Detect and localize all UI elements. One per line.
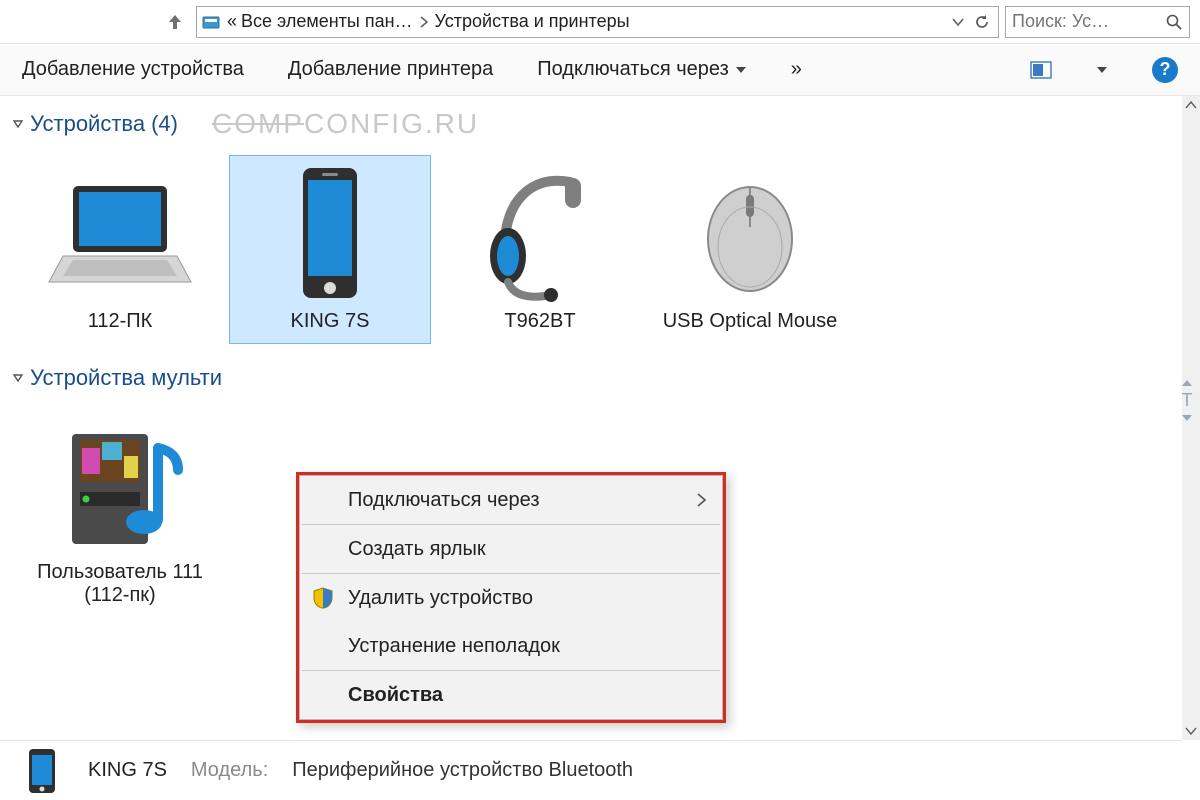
breadcrumb-seg-2[interactable]: Устройства и принтеры bbox=[433, 11, 632, 32]
device-label: USB Optical Mouse bbox=[663, 310, 838, 333]
bluetooth-headset-icon bbox=[465, 164, 615, 304]
add-printer-button[interactable]: Добавление принтера bbox=[288, 58, 493, 81]
uac-shield-icon bbox=[312, 587, 334, 609]
laptop-icon bbox=[45, 164, 195, 304]
more-commands-button[interactable]: » bbox=[791, 58, 802, 81]
ctx-properties[interactable]: Свойства bbox=[300, 671, 722, 719]
device-item-pc[interactable]: 112-ПК bbox=[20, 156, 220, 343]
device-label: Пользователь 111 (112-пк) bbox=[24, 561, 216, 607]
device-label: KING 7S bbox=[291, 310, 370, 333]
search-icon[interactable] bbox=[1165, 13, 1183, 31]
phone-icon bbox=[255, 164, 405, 304]
details-model-key: Модель: bbox=[191, 759, 268, 782]
device-item-headset[interactable]: T962BT bbox=[440, 156, 640, 343]
breadcrumb-seg-1[interactable]: Все элементы пан… bbox=[239, 11, 415, 32]
context-menu: Подключаться через Создать ярлык Удалить… bbox=[296, 472, 726, 723]
watermark-text: COMPCONFIG.RU bbox=[212, 108, 479, 140]
ctx-troubleshoot[interactable]: Устранение неполадок bbox=[300, 622, 722, 670]
submenu-arrow-icon bbox=[696, 493, 706, 507]
group-title-devices: Устройства bbox=[30, 111, 145, 137]
group-header-multimedia[interactable]: Устройства мульти bbox=[0, 353, 1182, 397]
details-model-value: Периферийное устройство Bluetooth bbox=[292, 759, 633, 782]
scroll-up-button[interactable] bbox=[1182, 96, 1200, 114]
group-title-multimedia: Устройства мульти bbox=[30, 365, 222, 391]
details-phone-icon bbox=[18, 747, 66, 795]
devices-grid: 112-ПК KING 7S bbox=[0, 146, 1182, 353]
command-bar: Добавление устройства Добавление принтер… bbox=[0, 44, 1200, 96]
ctx-remove-device[interactable]: Удалить устройство bbox=[300, 574, 722, 622]
device-item-phone[interactable]: KING 7S bbox=[230, 156, 430, 343]
details-device-name: KING 7S bbox=[88, 759, 167, 782]
nav-up-button[interactable] bbox=[160, 7, 190, 37]
mouse-icon bbox=[675, 164, 825, 304]
collapse-icon bbox=[12, 372, 24, 384]
ctx-create-shortcut[interactable]: Создать ярлык bbox=[300, 525, 722, 573]
search-input[interactable] bbox=[1012, 11, 1165, 32]
address-box[interactable]: « Все элементы пан… Устройства и принтер… bbox=[196, 6, 999, 38]
device-label: T962BT bbox=[504, 310, 575, 333]
preview-pane-button[interactable] bbox=[1030, 59, 1052, 81]
device-item-media[interactable]: Пользователь 111 (112-пк) bbox=[20, 407, 220, 617]
content-pane: Устройства (4) COMPCONFIG.RU 112-ПК bbox=[0, 96, 1182, 740]
help-button[interactable]: ? bbox=[1152, 57, 1178, 83]
group-count-devices: (4) bbox=[151, 111, 178, 137]
location-icon bbox=[201, 12, 221, 32]
history-dropdown-button[interactable] bbox=[946, 10, 970, 34]
media-server-icon bbox=[45, 415, 195, 555]
preview-dropdown-icon[interactable] bbox=[1096, 65, 1108, 75]
group-header-devices[interactable]: Устройства (4) COMPCONFIG.RU bbox=[0, 96, 1182, 146]
chevron-right-icon[interactable] bbox=[415, 16, 433, 28]
edge-artifact: T bbox=[1174, 365, 1200, 435]
dropdown-icon bbox=[735, 65, 747, 75]
ctx-connect-via[interactable]: Подключаться через bbox=[300, 476, 722, 524]
search-box[interactable] bbox=[1005, 6, 1190, 38]
device-item-mouse[interactable]: USB Optical Mouse bbox=[650, 156, 850, 343]
details-pane: KING 7S Модель: Периферийное устройство … bbox=[0, 740, 1182, 800]
connect-via-label: Подключаться через bbox=[537, 58, 729, 81]
scroll-down-button[interactable] bbox=[1182, 722, 1200, 740]
address-bar: « Все элементы пан… Устройства и принтер… bbox=[0, 0, 1200, 44]
refresh-button[interactable] bbox=[970, 10, 994, 34]
add-device-button[interactable]: Добавление устройства bbox=[22, 58, 244, 81]
breadcrumb-prefix: « bbox=[225, 11, 239, 32]
device-label: 112-ПК bbox=[88, 310, 153, 333]
connect-via-button[interactable]: Подключаться через bbox=[537, 58, 747, 81]
collapse-icon bbox=[12, 118, 24, 130]
